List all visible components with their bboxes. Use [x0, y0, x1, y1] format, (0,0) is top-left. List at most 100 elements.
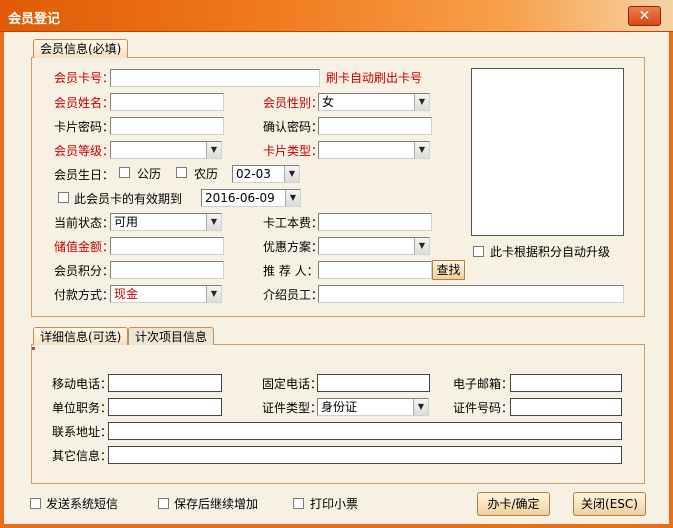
gender-select[interactable]: 女 ▼	[318, 93, 430, 111]
card-hint-text: 刷卡自动刷出卡号	[326, 71, 423, 85]
id-no-input[interactable]	[510, 398, 622, 416]
card-fee-input[interactable]	[318, 213, 432, 231]
id-type-select[interactable]: 身份证 ▼	[317, 398, 429, 416]
card-no-input[interactable]	[110, 69, 320, 87]
other-info-input[interactable]	[108, 446, 622, 464]
name-label: 会员姓名：	[54, 96, 115, 110]
payment-label: 付款方式：	[54, 288, 115, 302]
tab-member-info[interactable]: 会员信息(必填)	[33, 39, 129, 58]
expiry-date-value: 2016-06-09	[205, 191, 275, 205]
id-type-label: 证件类型：	[262, 401, 323, 415]
chevron-down-icon[interactable]: ▼	[284, 166, 299, 182]
card-password-input[interactable]	[110, 117, 224, 135]
card-fee-label: 卡工本费：	[263, 216, 324, 230]
name-input[interactable]	[110, 93, 224, 111]
print-receipt-label: 打印小票	[310, 497, 359, 511]
phone-label: 固定电话：	[262, 377, 323, 391]
birthday-select[interactable]: 02-03 ▼	[232, 165, 300, 183]
member-photo-box[interactable]	[471, 68, 624, 236]
mobile-label: 移动电话：	[52, 377, 113, 391]
payment-select[interactable]: 现金 ▼	[110, 285, 222, 303]
lunar-label: 农历	[194, 167, 219, 181]
window-frame-left	[0, 32, 4, 528]
gender-value: 女	[322, 95, 335, 109]
card-no-label: 会员卡号：	[54, 71, 115, 85]
find-button-label: 查找	[436, 263, 461, 277]
tab-count-items[interactable]: 计次项目信息	[128, 327, 215, 345]
send-sms-checkbox[interactable]	[30, 498, 41, 509]
points-input[interactable]	[110, 261, 224, 279]
referrer-input[interactable]	[318, 261, 432, 279]
confirm-button-label: 办卡/确定	[487, 497, 540, 511]
payment-value: 现金	[114, 287, 139, 301]
stored-value-label: 储值金额：	[54, 240, 115, 254]
card-type-select[interactable]: ▼	[318, 141, 430, 159]
level-label: 会员等级：	[54, 144, 115, 158]
job-label: 单位职务：	[52, 401, 113, 415]
confirm-password-label: 确认密码：	[263, 120, 324, 134]
window-frame-bottom	[0, 524, 673, 528]
discount-label: 优惠方案：	[263, 240, 324, 254]
find-referrer-button[interactable]: 查找	[432, 260, 465, 280]
introducer-label: 介绍员工：	[263, 288, 324, 302]
birthday-value: 02-03	[236, 167, 271, 181]
close-window-button[interactable]: ✕	[628, 6, 661, 26]
address-input[interactable]	[108, 422, 622, 440]
chevron-down-icon[interactable]: ▼	[206, 214, 221, 230]
marker-dot	[32, 347, 35, 350]
id-type-value: 身份证	[321, 400, 358, 414]
expiry-checkbox[interactable]	[58, 192, 69, 203]
birthday-label: 会员生日：	[54, 168, 115, 182]
confirm-password-input[interactable]	[318, 117, 432, 135]
card-password-label: 卡片密码：	[54, 120, 115, 134]
window-title: 会员登记	[8, 12, 61, 27]
chevron-down-icon[interactable]: ▼	[413, 399, 428, 415]
window-frame-right	[669, 32, 673, 528]
chevron-down-icon[interactable]: ▼	[414, 238, 429, 254]
expiry-date-select[interactable]: 2016-06-09 ▼	[201, 189, 301, 207]
discount-select[interactable]: ▼	[318, 237, 430, 255]
phone-input[interactable]	[317, 374, 430, 392]
other-info-label: 其它信息：	[52, 449, 113, 463]
mobile-input[interactable]	[108, 374, 222, 392]
continue-add-label: 保存后继续增加	[174, 497, 259, 511]
send-sms-label: 发送系统短信	[46, 497, 119, 511]
id-no-label: 证件号码：	[453, 401, 514, 415]
status-label: 当前状态：	[54, 216, 115, 230]
print-receipt-checkbox[interactable]	[293, 498, 304, 509]
card-type-label: 卡片类型：	[263, 144, 324, 158]
email-label: 电子邮箱：	[453, 377, 514, 391]
tab-detail-info[interactable]: 详细信息(可选)	[33, 327, 129, 345]
stored-value-input[interactable]	[110, 237, 224, 255]
auto-upgrade-label: 此卡根据积分自动升级	[490, 245, 611, 259]
gender-label: 会员性别：	[263, 96, 324, 110]
close-button-label: 关闭(ESC)	[581, 497, 638, 511]
job-input[interactable]	[108, 398, 222, 416]
tab-member-info-label: 会员信息(必填)	[40, 42, 122, 56]
chevron-down-icon[interactable]: ▼	[414, 94, 429, 110]
chevron-down-icon[interactable]: ▼	[285, 190, 300, 206]
status-value: 可用	[114, 215, 139, 229]
chevron-down-icon[interactable]: ▼	[414, 142, 429, 158]
confirm-button[interactable]: 办卡/确定	[477, 492, 550, 516]
solar-checkbox[interactable]	[119, 167, 130, 178]
continue-add-checkbox[interactable]	[158, 498, 169, 509]
address-label: 联系地址：	[52, 425, 113, 439]
auto-upgrade-checkbox[interactable]	[473, 246, 484, 257]
introducer-input[interactable]	[318, 285, 624, 303]
close-icon: ✕	[638, 8, 651, 24]
tab-detail-info-label: 详细信息(可选)	[40, 330, 122, 344]
level-select[interactable]: ▼	[110, 141, 222, 159]
points-label: 会员积分：	[54, 264, 115, 278]
title-bar: 会员登记 ✕	[0, 0, 673, 32]
status-select[interactable]: 可用 ▼	[110, 213, 222, 231]
chevron-down-icon[interactable]: ▼	[206, 286, 221, 302]
close-button[interactable]: 关闭(ESC)	[573, 492, 646, 516]
referrer-label: 推 荐 人：	[263, 264, 319, 278]
lunar-checkbox[interactable]	[176, 167, 187, 178]
solar-label: 公历	[137, 167, 162, 181]
tab-count-items-label: 计次项目信息	[135, 330, 208, 344]
email-input[interactable]	[510, 374, 622, 392]
chevron-down-icon[interactable]: ▼	[206, 142, 221, 158]
expiry-label: 此会员卡的有效期到	[74, 192, 183, 206]
